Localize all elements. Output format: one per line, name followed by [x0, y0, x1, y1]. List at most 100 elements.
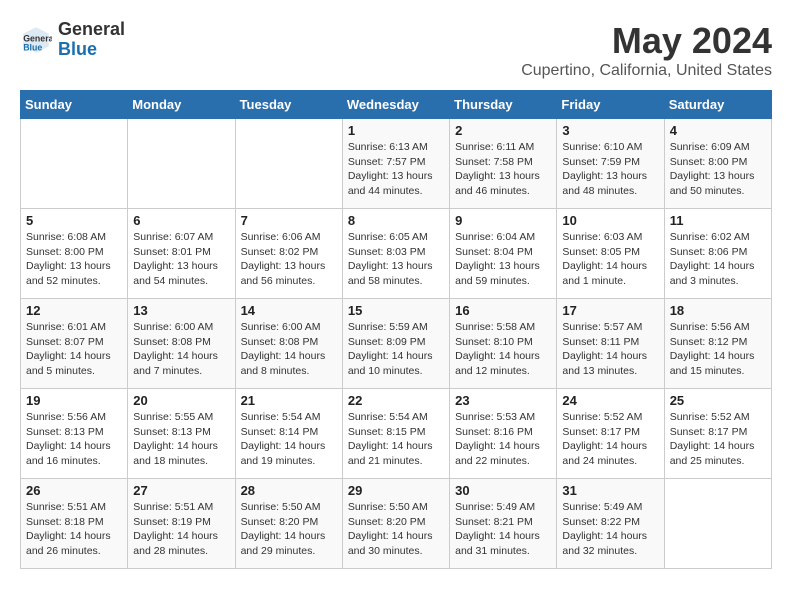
calendar-cell: 18 Sunrise: 5:56 AM Sunset: 8:12 PM Dayli…	[664, 299, 771, 389]
calendar-cell: 19 Sunrise: 5:56 AM Sunset: 8:13 PM Dayli…	[21, 389, 128, 479]
day-number: 28	[241, 483, 337, 498]
day-info: Sunrise: 6:00 AM Sunset: 8:08 PM Dayligh…	[241, 320, 337, 379]
day-info: Sunrise: 5:51 AM Sunset: 8:18 PM Dayligh…	[26, 500, 122, 559]
day-info: Sunrise: 5:51 AM Sunset: 8:19 PM Dayligh…	[133, 500, 229, 559]
day-number: 4	[670, 123, 766, 138]
day-info: Sunrise: 6:02 AM Sunset: 8:06 PM Dayligh…	[670, 230, 766, 289]
logo-general-text: General	[58, 20, 125, 40]
weekday-header-monday: Monday	[128, 91, 235, 119]
day-number: 15	[348, 303, 444, 318]
calendar-cell: 20 Sunrise: 5:55 AM Sunset: 8:13 PM Dayli…	[128, 389, 235, 479]
day-info: Sunrise: 5:50 AM Sunset: 8:20 PM Dayligh…	[241, 500, 337, 559]
calendar-title: May 2024	[521, 20, 772, 62]
week-row-3: 12 Sunrise: 6:01 AM Sunset: 8:07 PM Dayli…	[21, 299, 772, 389]
day-number: 3	[562, 123, 658, 138]
calendar-cell: 2 Sunrise: 6:11 AM Sunset: 7:58 PM Daylig…	[450, 119, 557, 209]
day-info: Sunrise: 5:52 AM Sunset: 8:17 PM Dayligh…	[562, 410, 658, 469]
day-info: Sunrise: 5:58 AM Sunset: 8:10 PM Dayligh…	[455, 320, 551, 379]
day-number: 9	[455, 213, 551, 228]
day-number: 23	[455, 393, 551, 408]
day-info: Sunrise: 5:55 AM Sunset: 8:13 PM Dayligh…	[133, 410, 229, 469]
calendar-cell	[21, 119, 128, 209]
calendar-cell: 29 Sunrise: 5:50 AM Sunset: 8:20 PM Dayli…	[342, 479, 449, 569]
day-info: Sunrise: 6:13 AM Sunset: 7:57 PM Dayligh…	[348, 140, 444, 199]
weekday-header-sunday: Sunday	[21, 91, 128, 119]
calendar-cell: 21 Sunrise: 5:54 AM Sunset: 8:14 PM Dayli…	[235, 389, 342, 479]
day-number: 17	[562, 303, 658, 318]
calendar-cell	[235, 119, 342, 209]
day-info: Sunrise: 5:49 AM Sunset: 8:21 PM Dayligh…	[455, 500, 551, 559]
day-number: 19	[26, 393, 122, 408]
day-info: Sunrise: 5:54 AM Sunset: 8:15 PM Dayligh…	[348, 410, 444, 469]
logo: General Blue General Blue	[20, 20, 125, 60]
day-info: Sunrise: 6:10 AM Sunset: 7:59 PM Dayligh…	[562, 140, 658, 199]
svg-text:Blue: Blue	[23, 42, 42, 52]
weekday-header-wednesday: Wednesday	[342, 91, 449, 119]
day-number: 10	[562, 213, 658, 228]
day-number: 14	[241, 303, 337, 318]
calendar-table: SundayMondayTuesdayWednesdayThursdayFrid…	[20, 90, 772, 569]
day-number: 12	[26, 303, 122, 318]
calendar-cell: 11 Sunrise: 6:02 AM Sunset: 8:06 PM Dayli…	[664, 209, 771, 299]
day-info: Sunrise: 6:07 AM Sunset: 8:01 PM Dayligh…	[133, 230, 229, 289]
weekday-header-row: SundayMondayTuesdayWednesdayThursdayFrid…	[21, 91, 772, 119]
week-row-5: 26 Sunrise: 5:51 AM Sunset: 8:18 PM Dayli…	[21, 479, 772, 569]
day-number: 7	[241, 213, 337, 228]
day-number: 25	[670, 393, 766, 408]
logo-blue-text: Blue	[58, 40, 125, 60]
day-info: Sunrise: 5:52 AM Sunset: 8:17 PM Dayligh…	[670, 410, 766, 469]
calendar-cell: 9Sunrise: 6:04 AM Sunset: 8:04 PM Daylig…	[450, 209, 557, 299]
calendar-cell: 30 Sunrise: 5:49 AM Sunset: 8:21 PM Dayli…	[450, 479, 557, 569]
calendar-cell: 17 Sunrise: 5:57 AM Sunset: 8:11 PM Dayli…	[557, 299, 664, 389]
day-info: Sunrise: 6:01 AM Sunset: 8:07 PM Dayligh…	[26, 320, 122, 379]
logo-icon: General Blue	[20, 24, 52, 56]
header: General Blue General Blue May 2024 Cuper…	[20, 20, 772, 80]
day-info: Sunrise: 6:11 AM Sunset: 7:58 PM Dayligh…	[455, 140, 551, 199]
day-number: 31	[562, 483, 658, 498]
day-number: 11	[670, 213, 766, 228]
day-number: 24	[562, 393, 658, 408]
calendar-cell	[128, 119, 235, 209]
weekday-header-saturday: Saturday	[664, 91, 771, 119]
calendar-cell: 7Sunrise: 6:06 AM Sunset: 8:02 PM Daylig…	[235, 209, 342, 299]
day-number: 18	[670, 303, 766, 318]
logo-text: General Blue	[58, 20, 125, 60]
day-info: Sunrise: 5:59 AM Sunset: 8:09 PM Dayligh…	[348, 320, 444, 379]
day-number: 13	[133, 303, 229, 318]
calendar-cell: 13 Sunrise: 6:00 AM Sunset: 8:08 PM Dayli…	[128, 299, 235, 389]
calendar-cell: 23 Sunrise: 5:53 AM Sunset: 8:16 PM Dayli…	[450, 389, 557, 479]
calendar-cell	[664, 479, 771, 569]
calendar-cell: 26 Sunrise: 5:51 AM Sunset: 8:18 PM Dayli…	[21, 479, 128, 569]
calendar-cell: 31Sunrise: 5:49 AM Sunset: 8:22 PM Dayli…	[557, 479, 664, 569]
day-number: 26	[26, 483, 122, 498]
calendar-cell: 8Sunrise: 6:05 AM Sunset: 8:03 PM Daylig…	[342, 209, 449, 299]
day-number: 6	[133, 213, 229, 228]
title-area: May 2024 Cupertino, California, United S…	[521, 20, 772, 80]
day-info: Sunrise: 6:09 AM Sunset: 8:00 PM Dayligh…	[670, 140, 766, 199]
calendar-cell: 14 Sunrise: 6:00 AM Sunset: 8:08 PM Dayli…	[235, 299, 342, 389]
day-info: Sunrise: 6:00 AM Sunset: 8:08 PM Dayligh…	[133, 320, 229, 379]
calendar-cell: 15 Sunrise: 5:59 AM Sunset: 8:09 PM Dayli…	[342, 299, 449, 389]
day-info: Sunrise: 5:56 AM Sunset: 8:13 PM Dayligh…	[26, 410, 122, 469]
day-number: 5	[26, 213, 122, 228]
calendar-cell: 16Sunrise: 5:58 AM Sunset: 8:10 PM Dayli…	[450, 299, 557, 389]
day-info: Sunrise: 5:50 AM Sunset: 8:20 PM Dayligh…	[348, 500, 444, 559]
calendar-cell: 3 Sunrise: 6:10 AM Sunset: 7:59 PM Daylig…	[557, 119, 664, 209]
day-number: 20	[133, 393, 229, 408]
day-info: Sunrise: 5:57 AM Sunset: 8:11 PM Dayligh…	[562, 320, 658, 379]
calendar-cell: 10Sunrise: 6:03 AM Sunset: 8:05 PM Dayli…	[557, 209, 664, 299]
calendar-cell: 12 Sunrise: 6:01 AM Sunset: 8:07 PM Dayli…	[21, 299, 128, 389]
calendar-cell: 27Sunrise: 5:51 AM Sunset: 8:19 PM Dayli…	[128, 479, 235, 569]
day-number: 2	[455, 123, 551, 138]
day-info: Sunrise: 5:56 AM Sunset: 8:12 PM Dayligh…	[670, 320, 766, 379]
day-number: 29	[348, 483, 444, 498]
day-info: Sunrise: 5:53 AM Sunset: 8:16 PM Dayligh…	[455, 410, 551, 469]
day-number: 30	[455, 483, 551, 498]
week-row-1: 1Sunrise: 6:13 AM Sunset: 7:57 PM Daylig…	[21, 119, 772, 209]
weekday-header-friday: Friday	[557, 91, 664, 119]
calendar-cell: 1Sunrise: 6:13 AM Sunset: 7:57 PM Daylig…	[342, 119, 449, 209]
calendar-cell: 24 Sunrise: 5:52 AM Sunset: 8:17 PM Dayli…	[557, 389, 664, 479]
day-info: Sunrise: 5:54 AM Sunset: 8:14 PM Dayligh…	[241, 410, 337, 469]
day-number: 8	[348, 213, 444, 228]
day-number: 21	[241, 393, 337, 408]
